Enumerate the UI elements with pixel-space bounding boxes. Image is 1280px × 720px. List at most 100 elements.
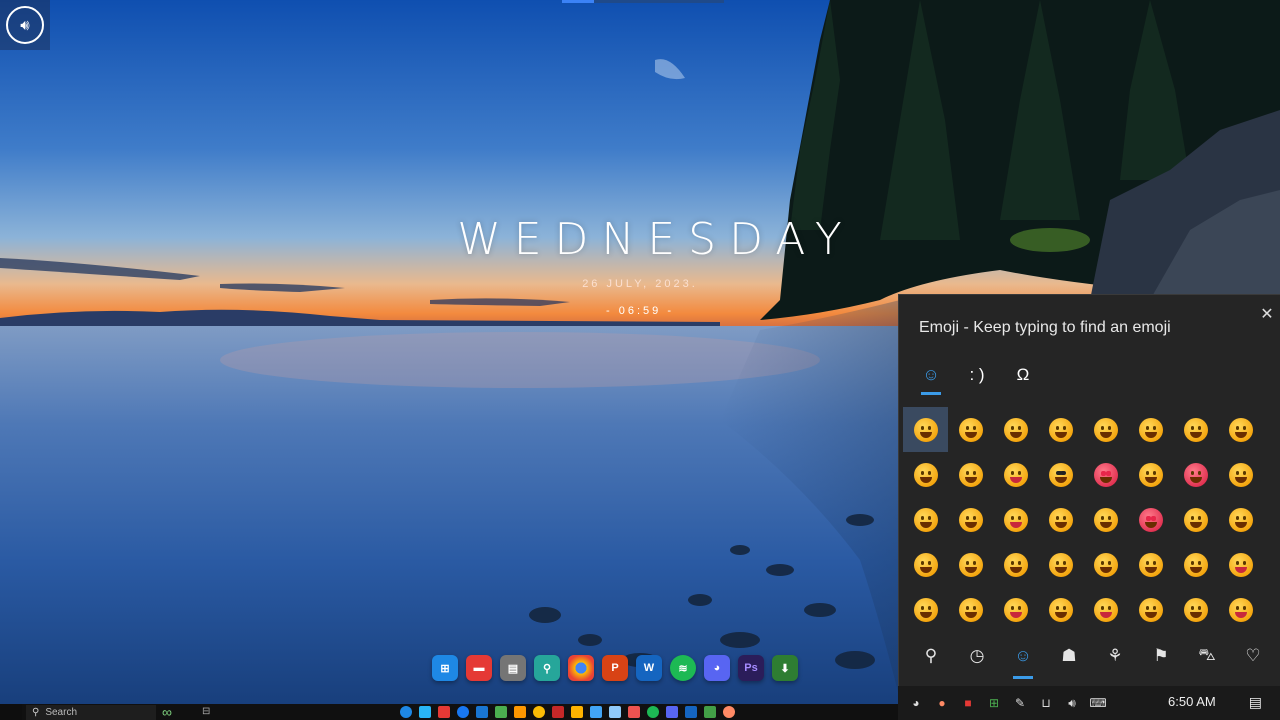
tray-clock[interactable]: 6:50 AM [1168, 694, 1216, 709]
pen-icon[interactable]: ✎ [1012, 695, 1028, 711]
app-icon-11[interactable] [590, 706, 602, 718]
emoji-kissing-closed-eyes-face[interactable] [903, 497, 948, 542]
emoji-yawning-face[interactable] [1083, 587, 1128, 632]
tab-kaomoji[interactable]: : ) [959, 357, 995, 393]
emoji-relaxed-face[interactable] [1173, 587, 1218, 632]
search-icon[interactable]: ⚲ [913, 639, 949, 673]
emoji-neutral-face[interactable] [903, 542, 948, 587]
emoji-slight-smile-face[interactable] [1038, 497, 1083, 542]
photoshop-icon[interactable]: Ps [738, 655, 764, 681]
emoji-zipper-mouth-face[interactable] [903, 587, 948, 632]
folder-icon[interactable]: ▬ [466, 655, 492, 681]
app-icon-9[interactable] [552, 706, 564, 718]
emoji-open-mouth-face[interactable] [1218, 542, 1263, 587]
emoji-kissing-heart-face[interactable] [1128, 452, 1173, 497]
start-button[interactable] [0, 704, 22, 720]
emoji-sleeping-face[interactable] [1128, 587, 1173, 632]
emoji-wink-face[interactable] [903, 452, 948, 497]
app-icon-10[interactable] [571, 706, 583, 718]
emoji-smirk-face[interactable] [1083, 542, 1128, 587]
powerpoint-icon[interactable]: P [602, 655, 628, 681]
task-view-icon[interactable]: ⊟ [202, 706, 210, 717]
emoji-yum-face[interactable] [993, 452, 1038, 497]
emoji-star-struck-face[interactable] [1128, 497, 1173, 542]
facebook-icon[interactable] [457, 706, 469, 718]
emoji-persevering-face[interactable] [1128, 542, 1173, 587]
taskbar-search-box[interactable]: ⚲ Search [26, 705, 156, 720]
system-tray: ◕ ● ■ ⊞ ✎ ⊔ 🔊︎ ⌨ 6:50 AM ▤ [898, 686, 1280, 720]
recent-icon[interactable]: ◷ [959, 639, 995, 673]
emoji-expressionless-face[interactable] [948, 542, 993, 587]
tab-emoji[interactable]: ☺ [913, 357, 949, 395]
emoji-thinking-face[interactable] [1173, 497, 1218, 542]
balloon-icon[interactable]: ⚘ [1097, 639, 1133, 673]
youtube-icon[interactable] [438, 706, 450, 718]
emoji-grinning-smiling-eyes-face[interactable] [1128, 407, 1173, 452]
tab-symbols[interactable]: Ω [1005, 357, 1041, 393]
emoji-sad-relieved-face[interactable] [1173, 542, 1218, 587]
discord-tray-icon[interactable]: ◕ [908, 695, 924, 711]
network-icon[interactable]: ⊔ [1038, 695, 1054, 711]
app-icon-6[interactable] [495, 706, 507, 718]
food-icon[interactable]: ⚑ [1143, 639, 1179, 673]
word-icon[interactable]: W [636, 655, 662, 681]
emoji-grinning-face[interactable] [903, 407, 948, 452]
emoji-saluting-face[interactable] [1218, 497, 1263, 542]
chrome-icon[interactable] [533, 706, 545, 718]
people-icon[interactable]: ☗ [1051, 639, 1087, 673]
edge-icon[interactable] [400, 706, 412, 718]
notification-icon[interactable]: ▤ [1249, 694, 1262, 711]
app-icon-13[interactable] [628, 706, 640, 718]
emoji-tears-of-joy-face[interactable] [993, 407, 1038, 452]
emoji-tired-face[interactable] [993, 587, 1038, 632]
emoji-rolling-laughing-face[interactable] [1038, 407, 1083, 452]
red-app-tray-icon[interactable]: ■ [960, 695, 976, 711]
emoji-hearts-face[interactable] [1173, 452, 1218, 497]
keyboard-icon[interactable]: ⌨ [1089, 695, 1106, 711]
spotify-icon[interactable] [647, 706, 659, 718]
store-icon[interactable] [476, 706, 488, 718]
windows-start-icon[interactable]: ⊞ [432, 655, 458, 681]
explorer-icon[interactable] [419, 706, 431, 718]
weekday-label: WEDNESDAY [457, 214, 855, 265]
emoji-sweat-smile-face[interactable] [1173, 407, 1218, 452]
emoji-sunglasses-face[interactable] [1038, 452, 1083, 497]
emoji-tongue-face[interactable] [1218, 587, 1263, 632]
volume-widget[interactable]: 🔊︎ [0, 0, 50, 50]
emoji-grinning-big-eyes-face[interactable] [1083, 407, 1128, 452]
infinity-icon[interactable]: ∞ [162, 705, 172, 719]
app-tray-icon[interactable]: ● [934, 695, 950, 711]
discord-icon[interactable] [666, 706, 678, 718]
word-icon[interactable] [685, 706, 697, 718]
emoji-panel: ✕ Emoji - Keep typing to find an emoji ☺… [898, 294, 1280, 687]
heart-icon[interactable]: ♡ [1235, 639, 1271, 673]
volume-icon[interactable]: 🔊︎ [1064, 695, 1080, 711]
emoji-sleepy-face[interactable] [1038, 587, 1083, 632]
spotify-icon[interactable]: ≋ [670, 655, 696, 681]
emoji-squinting-face[interactable] [1218, 407, 1263, 452]
app-installer-icon[interactable]: ⬇ [772, 655, 798, 681]
emoji-eye-roll-face[interactable] [1038, 542, 1083, 587]
search-app-icon[interactable]: ⚲ [534, 655, 560, 681]
windows-tray-icon[interactable]: ⊞ [986, 695, 1002, 711]
emoji-heart-eyes-face[interactable] [1083, 452, 1128, 497]
close-icon[interactable]: ✕ [1257, 305, 1277, 325]
trash-icon[interactable]: ▤ [500, 655, 526, 681]
emoji-smiling-face[interactable] [948, 452, 993, 497]
emoji-kissing-face[interactable] [1218, 452, 1263, 497]
emoji-no-mouth-face[interactable] [993, 542, 1038, 587]
app-icon-7[interactable] [514, 706, 526, 718]
app-icon-18[interactable] [723, 706, 735, 718]
chrome-icon[interactable] [568, 655, 594, 681]
smiley-category-icon[interactable]: ☺ [1005, 639, 1041, 679]
emoji-hugging-face[interactable] [1083, 497, 1128, 542]
emoji-relieved-face[interactable] [993, 497, 1038, 542]
app-icon-12[interactable] [609, 706, 621, 718]
emoji-hushed-face[interactable] [948, 587, 993, 632]
car-icon[interactable]: ⛍ [1189, 639, 1225, 673]
emoji-beaming-face[interactable] [948, 407, 993, 452]
emoji-grid [903, 407, 1263, 632]
app-icon-17[interactable] [704, 706, 716, 718]
emoji-kissing-smiling-eyes-face[interactable] [948, 497, 993, 542]
discord-icon[interactable]: ◕ [704, 655, 730, 681]
